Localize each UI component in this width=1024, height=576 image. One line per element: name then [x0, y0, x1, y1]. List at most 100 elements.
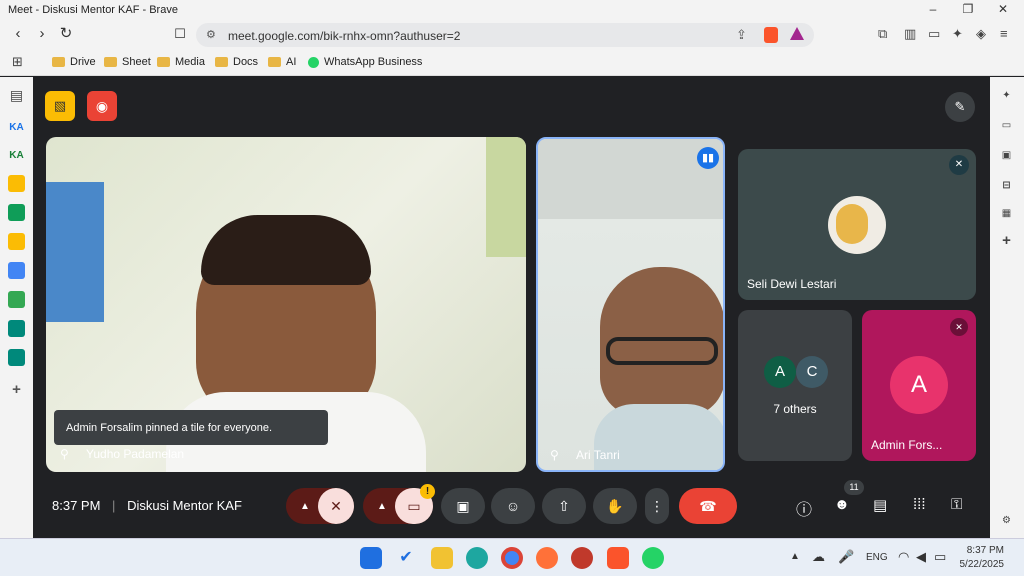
site-info-icon[interactable]: ⚙ [206, 28, 216, 41]
participant-tile-ari[interactable]: ▮▮ ⚲ Ari Tanri [536, 137, 725, 472]
right-sidebar: ✦ ▭ ▣ ⊟ ▦ + ⚙ [990, 77, 1024, 538]
address-bar[interactable]: ⚙ meet.google.com/bik-rnhx-omn?authuser=… [196, 23, 814, 47]
more-vert-icon: ⋮ [650, 497, 664, 514]
bookmark-docs[interactable]: Docs [215, 56, 258, 68]
add-icon[interactable]: + [998, 232, 1015, 249]
clock-time[interactable]: 8:37 PM [960, 545, 1004, 556]
folder-icon [215, 57, 228, 67]
meet-icon[interactable] [8, 320, 25, 337]
window-titlebar: Meet - Diskusi Mentor KAF - Brave – ❐ ✕ [0, 0, 1024, 20]
people-icon[interactable]: ☻ [834, 496, 850, 513]
captions-button[interactable]: ▣ [441, 488, 485, 524]
pin-icon[interactable]: ⚲ [550, 448, 559, 462]
participant-tile-seli[interactable]: ✕ Seli Dewi Lestari [738, 149, 976, 300]
video-icon[interactable]: ▭ [998, 117, 1015, 134]
bookmark-ai[interactable]: AI [268, 56, 296, 68]
slides-icon[interactable] [8, 175, 25, 192]
upload-icon[interactable] [8, 233, 25, 250]
wifi-icon[interactable]: ◠ [898, 549, 909, 565]
volume-icon[interactable]: ◀ [916, 549, 926, 565]
bookmark-sheet[interactable]: Sheet [104, 56, 151, 68]
present-button[interactable]: ⇧ [542, 488, 586, 524]
recording-icon[interactable]: ◉ [87, 91, 117, 121]
mic-off-icon: ✕ [950, 318, 968, 336]
sidebar-toggle-icon[interactable]: ▥ [904, 26, 916, 42]
info-icon[interactable]: ⓘ [796, 496, 812, 520]
start-icon[interactable] [360, 547, 382, 569]
brave-rewards-icon[interactable] [790, 27, 804, 40]
pinned-toast: Admin Forsalim pinned a tile for everyon… [54, 410, 328, 445]
folder-icon [268, 57, 281, 67]
sidebar-panel-icon[interactable]: ▤ [8, 87, 25, 104]
share-icon[interactable]: ⇪ [736, 27, 747, 43]
video-options-button[interactable]: ▲ ▭ ! [363, 484, 435, 524]
participant-tile-yudho[interactable]: Admin Forsalim pinned a tile for everyon… [46, 137, 526, 472]
host-controls-icon[interactable]: ▧ [45, 91, 75, 121]
clock-date[interactable]: 5/22/2025 [952, 559, 1005, 570]
pin-icon[interactable]: ⚲ [60, 447, 69, 461]
chat-icon[interactable]: ▤ [873, 496, 887, 514]
leo-ai-icon[interactable]: ✦ [998, 87, 1015, 104]
back-icon[interactable]: ‹ [8, 25, 28, 43]
sidebar-item-ka-1[interactable]: KA [8, 119, 25, 136]
chevron-up-icon[interactable]: ▲ [790, 551, 800, 562]
edge-icon[interactable] [466, 547, 488, 569]
menu-icon[interactable]: ≡ [1000, 26, 1008, 41]
whatsapp-icon[interactable] [642, 547, 664, 569]
bookmark-media[interactable]: Media [157, 56, 205, 68]
bookmarks-icon[interactable]: ⊟ [998, 177, 1015, 194]
effects-wand-icon[interactable]: ✎ [945, 92, 975, 122]
meeting-details: 8:37 PM | Diskusi Mentor KAF [52, 498, 242, 513]
brave-icon[interactable] [607, 547, 629, 569]
vpn-icon[interactable]: ◈ [976, 26, 986, 42]
others-count: 7 others [773, 402, 817, 416]
participant-tile-admin[interactable]: A ✕ Admin Fors... [862, 310, 976, 461]
others-tile[interactable]: A C 7 others [738, 310, 852, 461]
battery-icon[interactable]: ▭ [934, 549, 946, 565]
maximize-icon[interactable]: ❐ [953, 2, 983, 18]
mic-off-icon[interactable]: ✕ [318, 488, 354, 524]
sidebar-item-ka-2[interactable]: KA [8, 147, 25, 164]
sheets-icon[interactable] [8, 204, 25, 221]
bookmark-whatsapp-business[interactable]: WhatsApp Business [308, 56, 422, 68]
language-indicator[interactable]: ENG [866, 552, 888, 563]
url-text: meet.google.com/bik-rnhx-omn?authuser=2 [228, 29, 461, 43]
close-icon[interactable]: ✕ [988, 2, 1018, 18]
reload-icon[interactable]: ↻ [56, 25, 76, 43]
leave-call-button[interactable]: ☎ [679, 488, 737, 524]
app-icon[interactable] [571, 547, 593, 569]
people-count-badge: 11 [844, 480, 864, 495]
firefox-icon[interactable] [536, 547, 558, 569]
reactions-button[interactable]: ☺ [491, 488, 535, 524]
leo-ai-icon[interactable]: ✦ [952, 26, 963, 42]
chrome-icon[interactable] [501, 547, 523, 569]
emoji-icon: ☺ [505, 498, 521, 514]
wallet-icon[interactable]: ▣ [998, 147, 1015, 164]
todo-icon[interactable]: ✔ [395, 547, 417, 569]
host-controls-lock-icon[interactable]: ⚿ [951, 496, 962, 513]
extension-icons: ⧉ ▥ ▭ ✦ ◈ ≡ [878, 26, 1018, 46]
docs-icon[interactable] [8, 262, 25, 279]
extensions-icon[interactable]: ⧉ [878, 26, 887, 42]
activities-icon[interactable]: ⁞⁞⁞ [913, 496, 926, 513]
more-options-button[interactable]: ⋮ [645, 488, 669, 524]
bookmark-icon[interactable]: ☐ [170, 25, 190, 43]
raise-hand-button[interactable]: ✋ [593, 488, 637, 524]
forward-icon[interactable]: › [32, 25, 52, 43]
settings-gear-icon[interactable]: ⚙ [998, 512, 1015, 529]
avatar [828, 196, 886, 254]
audio-options-button[interactable]: ▲ ✕ [286, 488, 354, 524]
cloud-icon[interactable]: ☁ [812, 549, 825, 565]
apps-grid-icon[interactable]: ⊞ [12, 54, 23, 70]
speaking-indicator-icon: ▮▮ [697, 147, 719, 169]
microphone-icon[interactable]: 🎤 [838, 549, 854, 565]
brave-shields-icon[interactable] [764, 27, 778, 43]
meet-active-icon[interactable] [8, 349, 25, 366]
reading-list-icon[interactable]: ▦ [998, 205, 1015, 222]
bookmark-drive[interactable]: Drive [52, 56, 96, 68]
drive-icon[interactable] [8, 291, 25, 308]
minimize-icon[interactable]: – [918, 2, 948, 18]
wallet-icon[interactable]: ▭ [928, 26, 940, 42]
add-icon[interactable]: + [8, 381, 25, 398]
file-explorer-icon[interactable] [431, 547, 453, 569]
